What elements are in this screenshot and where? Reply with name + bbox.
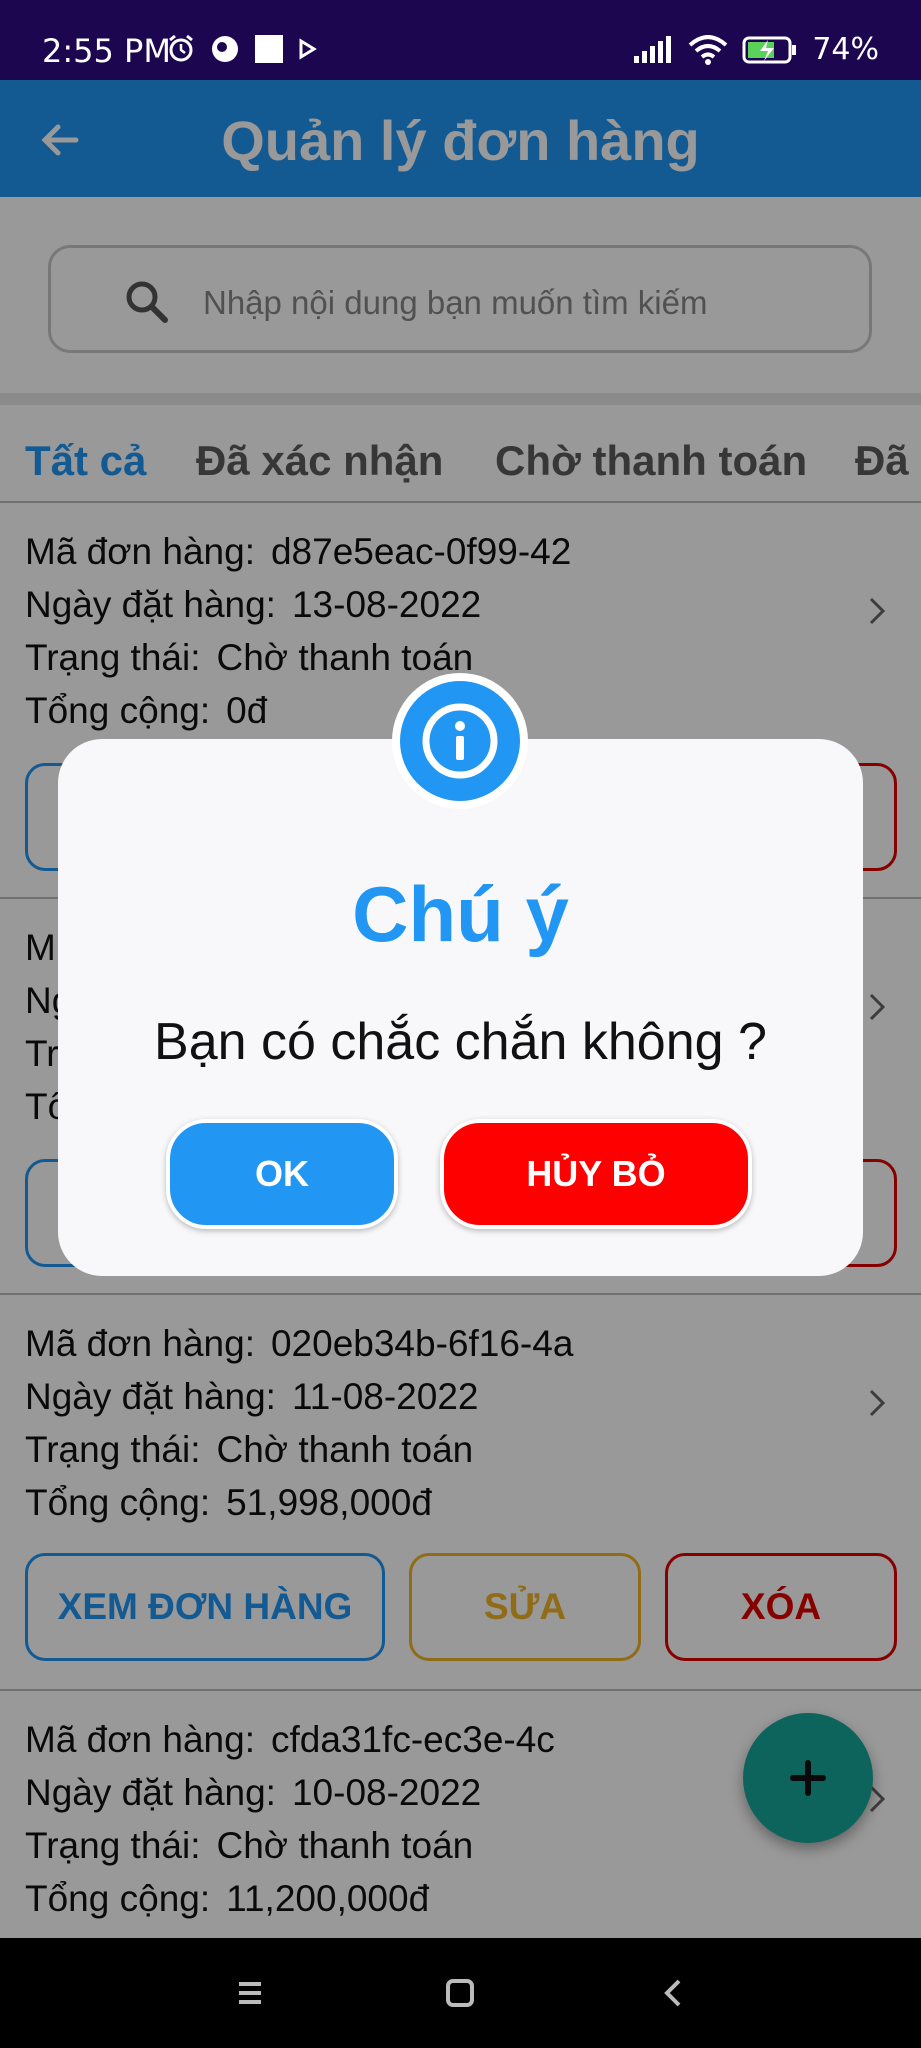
signal-icon <box>634 35 672 63</box>
info-icon <box>422 703 498 779</box>
info-icon-circle <box>400 681 520 801</box>
dialog-title: Chú ý <box>352 870 569 958</box>
status-icons-right: 74% <box>632 32 879 67</box>
menu-icon[interactable] <box>225 1968 275 2018</box>
dialog-icon-badge <box>392 673 528 809</box>
system-nav-bar <box>0 1938 921 2048</box>
status-icons-left <box>166 34 318 64</box>
confirm-dialog: Chú ý Bạn có chắc chắn không ? OK HỦY BỎ <box>58 739 863 1276</box>
back-nav-icon[interactable] <box>649 1968 699 2018</box>
cancel-button[interactable]: HỦY BỎ <box>440 1119 752 1229</box>
wifi-icon <box>688 34 728 65</box>
dialog-message: Bạn có chắc chắn không ? <box>154 1013 767 1071</box>
battery-charging-icon <box>742 36 797 63</box>
status-time: 2:55 PM <box>42 32 171 70</box>
app-notification-icon <box>212 36 238 62</box>
alarm-icon <box>169 34 193 62</box>
ok-button[interactable]: OK <box>166 1119 398 1229</box>
square-notification-icon <box>255 35 283 63</box>
status-bar: 2:55 PM 74% <box>0 0 921 80</box>
play-icon <box>299 38 317 60</box>
home-icon[interactable] <box>435 1968 485 2018</box>
battery-percent: 74% <box>812 32 879 67</box>
